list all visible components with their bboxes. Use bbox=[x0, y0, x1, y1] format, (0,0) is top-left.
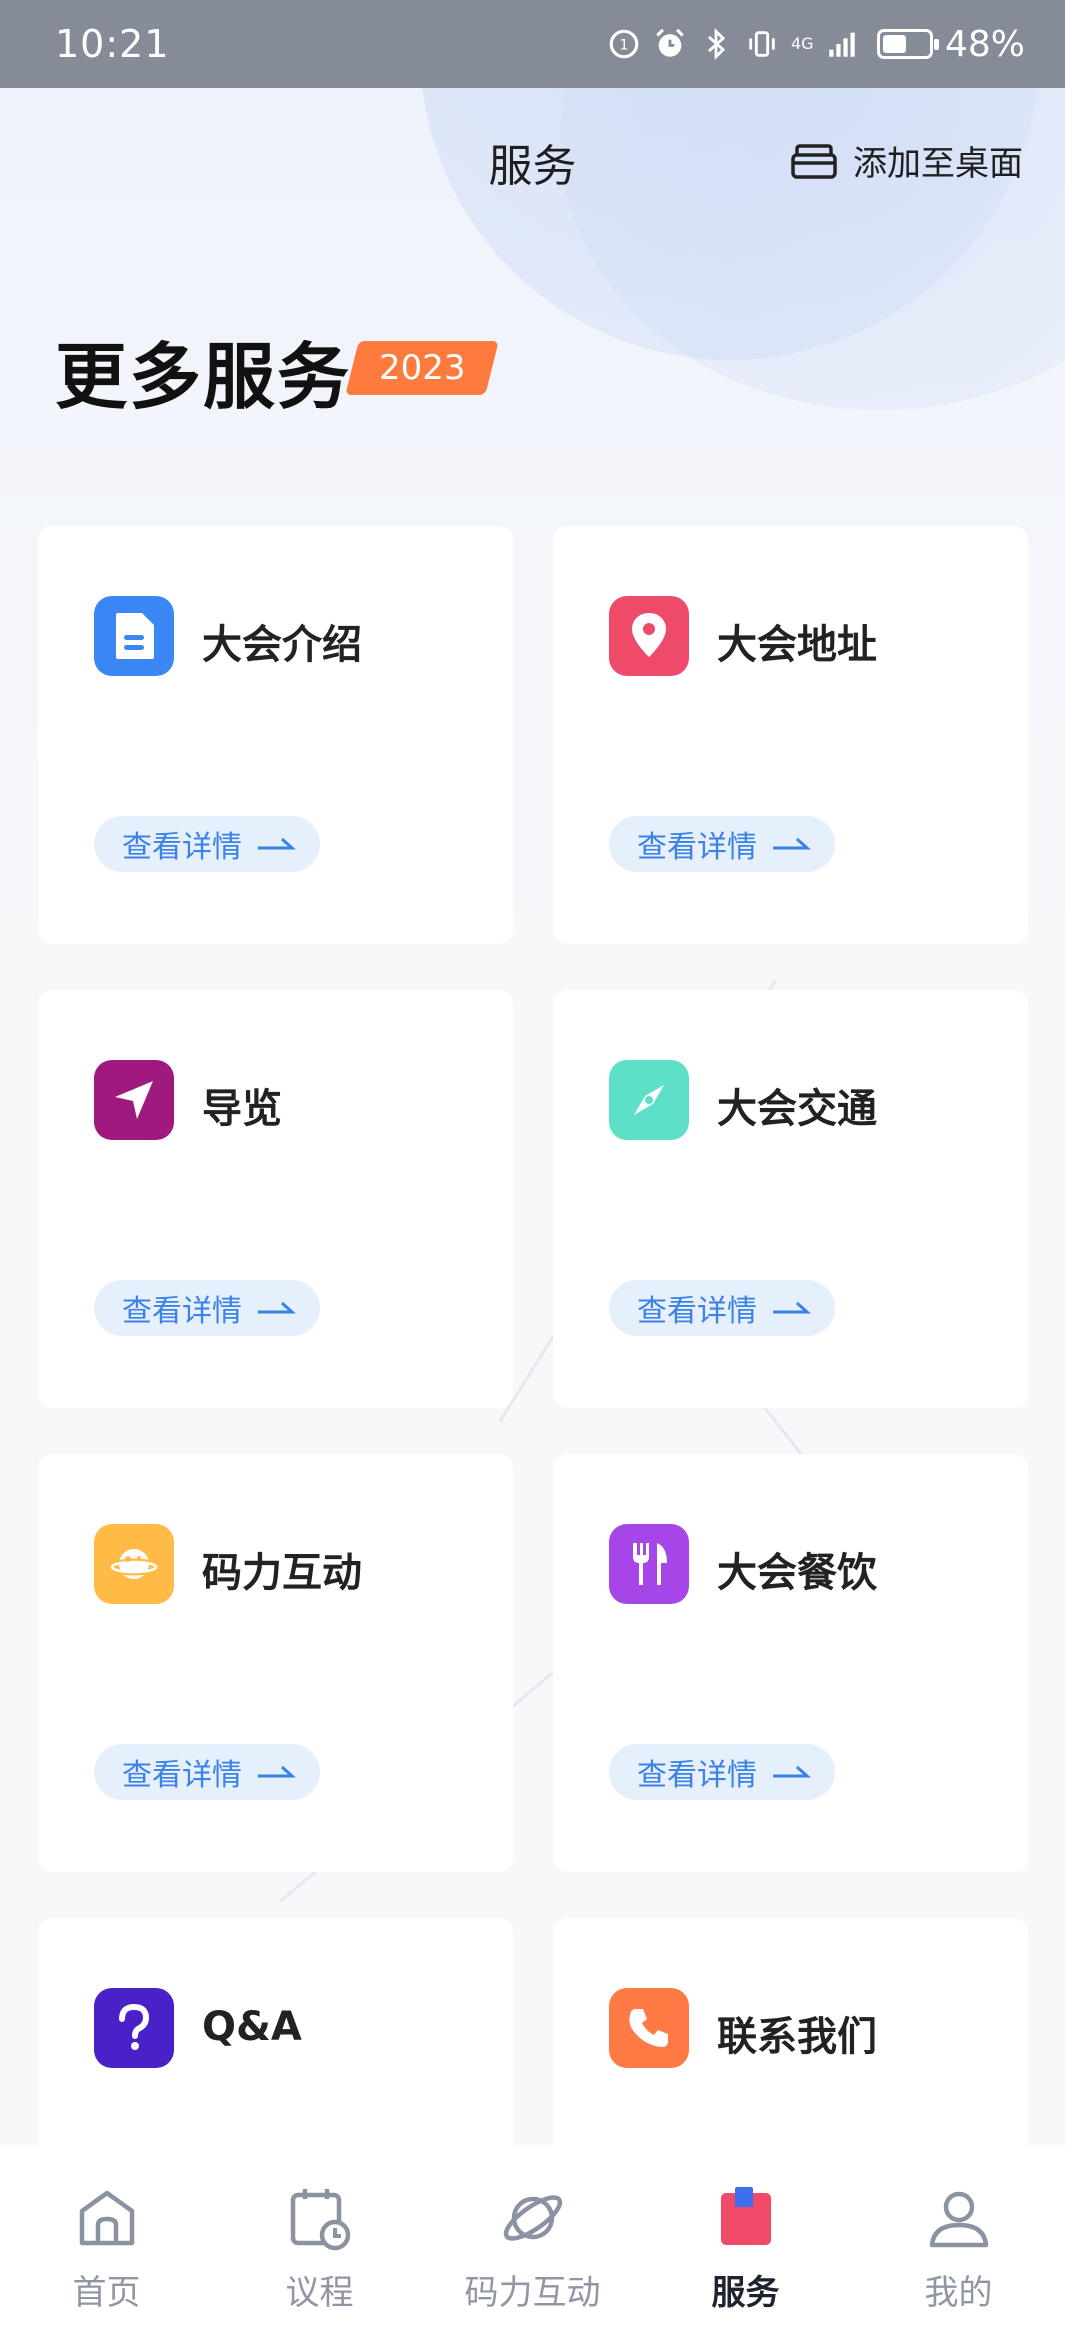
arrow-right-icon bbox=[258, 837, 296, 850]
card-title: 联系我们 bbox=[717, 2014, 877, 2060]
user-icon bbox=[929, 2191, 988, 2248]
nav-item-home[interactable]: 首页 bbox=[7, 2183, 207, 2314]
nav-item-agenda[interactable]: 议程 bbox=[220, 2183, 420, 2314]
compass-icon bbox=[609, 1060, 689, 1140]
section-title: 更多服务 bbox=[55, 335, 352, 419]
view-details-button[interactable]: 查看详情 bbox=[609, 1744, 835, 1800]
service-card-transport[interactable]: 大会交通 查看详情 bbox=[553, 990, 1028, 1408]
nav-item-mine[interactable]: 我的 bbox=[859, 2183, 1059, 2314]
card-title: 大会介绍 bbox=[202, 622, 362, 668]
service-card-intro[interactable]: 大会介绍 查看详情 bbox=[38, 526, 513, 944]
view-details-label: 查看详情 bbox=[122, 1758, 242, 1793]
status-icons: 1 4G 48% bbox=[607, 24, 1025, 65]
alarm-icon bbox=[656, 28, 684, 57]
arrow-right-icon bbox=[258, 1301, 296, 1314]
arrow-right-icon bbox=[773, 837, 811, 850]
year-badge-label: 2023 bbox=[378, 348, 466, 388]
desktop-stack-icon bbox=[791, 143, 837, 179]
card-title: 码力互动 bbox=[202, 1550, 362, 1596]
nav-label: 服务 bbox=[711, 2273, 780, 2313]
service-book-icon bbox=[720, 2187, 771, 2245]
nav-label: 首页 bbox=[72, 2273, 141, 2313]
data-saver-icon: 1 bbox=[609, 29, 639, 59]
view-details-button[interactable]: 查看详情 bbox=[609, 816, 835, 872]
nav-item-interaction[interactable]: 码力互动 bbox=[433, 2183, 633, 2314]
document-icon bbox=[94, 596, 174, 676]
network-type: 4G bbox=[790, 34, 814, 53]
service-card-address[interactable]: 大会地址 查看详情 bbox=[553, 526, 1028, 944]
view-details-label: 查看详情 bbox=[637, 1294, 757, 1329]
arrow-right-icon bbox=[773, 1301, 811, 1314]
question-icon bbox=[94, 1988, 174, 2068]
battery-level: 48% bbox=[944, 23, 1025, 65]
location-pin-icon bbox=[609, 596, 689, 676]
battery-icon bbox=[876, 29, 939, 59]
navigation-arrow-icon bbox=[94, 1060, 174, 1140]
card-title: 大会交通 bbox=[717, 1086, 877, 1132]
calendar-clock-icon bbox=[290, 2189, 350, 2251]
view-details-label: 查看详情 bbox=[637, 1758, 757, 1793]
nav-item-service[interactable]: 服务 bbox=[646, 2183, 846, 2314]
view-details-label: 查看详情 bbox=[122, 1294, 242, 1329]
vibrate-icon bbox=[749, 31, 775, 57]
view-details-button[interactable]: 查看详情 bbox=[609, 1280, 835, 1336]
signal-icon bbox=[829, 32, 855, 57]
year-badge: 2023 bbox=[345, 341, 499, 395]
service-card-interaction[interactable]: 码力互动 查看详情 bbox=[38, 1454, 513, 1872]
status-bar: 10:21 1 4G 48% bbox=[0, 0, 1065, 88]
status-time: 10:21 bbox=[55, 22, 170, 66]
service-card-dining[interactable]: 大会餐饮 查看详情 bbox=[553, 1454, 1028, 1872]
view-details-label: 查看详情 bbox=[637, 830, 757, 865]
nav-label: 码力互动 bbox=[464, 2273, 601, 2313]
service-card-guide[interactable]: 导览 查看详情 bbox=[38, 990, 513, 1408]
phone-icon bbox=[609, 1988, 689, 2068]
nav-label: 议程 bbox=[285, 2273, 354, 2313]
add-to-desktop-label: 添加至桌面 bbox=[853, 144, 1023, 184]
card-title: 大会地址 bbox=[717, 622, 877, 668]
arrow-right-icon bbox=[258, 1765, 296, 1778]
home-icon bbox=[79, 2190, 134, 2246]
planet-icon bbox=[94, 1524, 174, 1604]
view-details-label: 查看详情 bbox=[122, 830, 242, 865]
view-details-button[interactable]: 查看详情 bbox=[94, 1744, 320, 1800]
view-details-button[interactable]: 查看详情 bbox=[94, 816, 320, 872]
svg-text:1: 1 bbox=[619, 38, 628, 54]
nav-label: 我的 bbox=[924, 2273, 993, 2313]
card-title: 大会餐饮 bbox=[717, 1550, 877, 1596]
bluetooth-icon bbox=[707, 27, 726, 61]
card-title: 导览 bbox=[202, 1086, 282, 1132]
bottom-navigation: 首页 议程 码力互动 服务 我的 bbox=[0, 2145, 1065, 2349]
add-to-desktop-button[interactable]: 添加至桌面 bbox=[789, 136, 1023, 185]
fork-knife-icon bbox=[609, 1524, 689, 1604]
card-title: Q&A bbox=[202, 2004, 302, 2050]
service-page: 10:21 1 4G 48% 服务 添加至桌面 更多服务 2023 大会介绍 查… bbox=[0, 0, 1065, 2349]
view-details-button[interactable]: 查看详情 bbox=[94, 1280, 320, 1336]
planet-icon bbox=[503, 2195, 562, 2241]
arrow-right-icon bbox=[773, 1765, 811, 1778]
